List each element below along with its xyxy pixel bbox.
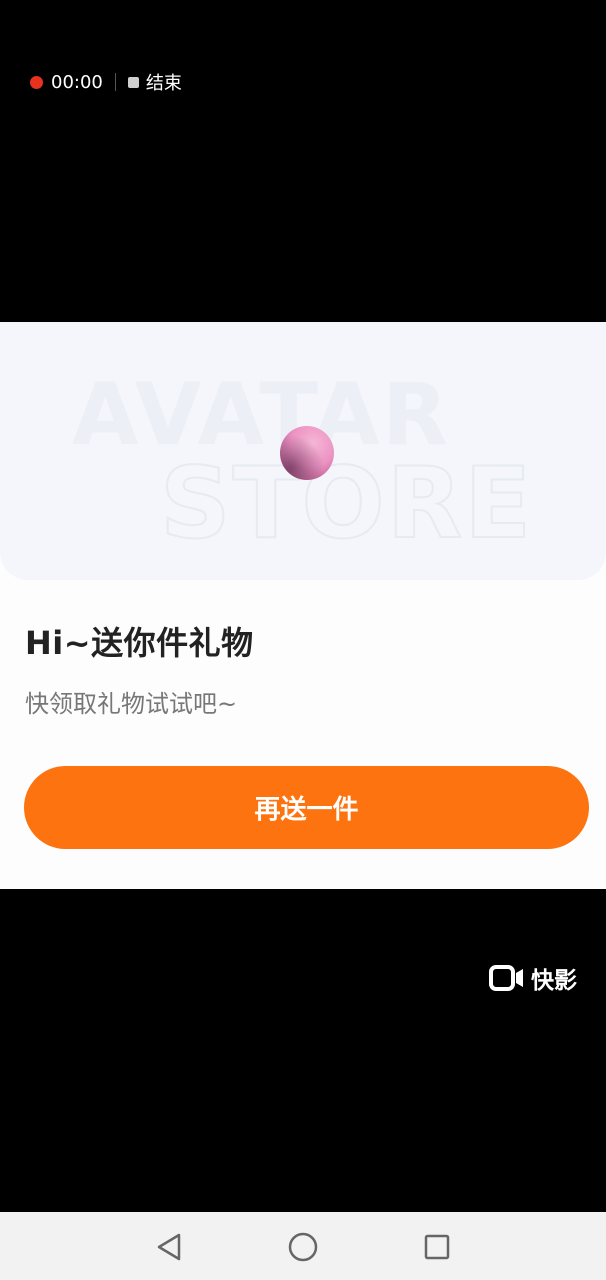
gift-title: Hi~送你件礼物 — [25, 624, 254, 662]
home-button[interactable] — [286, 1230, 320, 1264]
stop-recording-button[interactable]: 结束 — [146, 69, 182, 95]
kuaiying-brand: 快影 — [531, 968, 577, 994]
gift-subtitle: 快领取礼物试试吧~ — [25, 690, 238, 718]
video-camera-icon — [489, 965, 523, 991]
stop-icon[interactable] — [127, 76, 139, 88]
ball-shadow — [280, 426, 334, 480]
recents-button[interactable] — [420, 1230, 454, 1264]
back-triangle-icon — [157, 1233, 181, 1261]
home-circle-icon — [288, 1232, 318, 1262]
recents-square-icon — [424, 1234, 450, 1260]
system-nav-bar — [0, 1212, 606, 1280]
watermark-line2: STORE — [160, 447, 533, 561]
screen: 00:00 结束 AVATAR STORE Hi~送你件礼物 快领取礼物试试吧~… — [0, 0, 606, 1280]
kuaiying-watermark: 快影 — [489, 961, 577, 995]
recording-dot-icon — [30, 75, 43, 89]
recording-timer: 00:00 — [51, 71, 103, 93]
divider — [114, 73, 116, 91]
back-button[interactable] — [152, 1230, 186, 1264]
send-another-button[interactable]: 再送一件 — [24, 766, 589, 849]
gift-card: AVATAR STORE Hi~送你件礼物 快领取礼物试试吧~ 再送一件 — [0, 322, 606, 889]
avatar-store-banner: AVATAR STORE — [0, 322, 606, 580]
recording-bar: 00:00 结束 — [30, 68, 182, 96]
